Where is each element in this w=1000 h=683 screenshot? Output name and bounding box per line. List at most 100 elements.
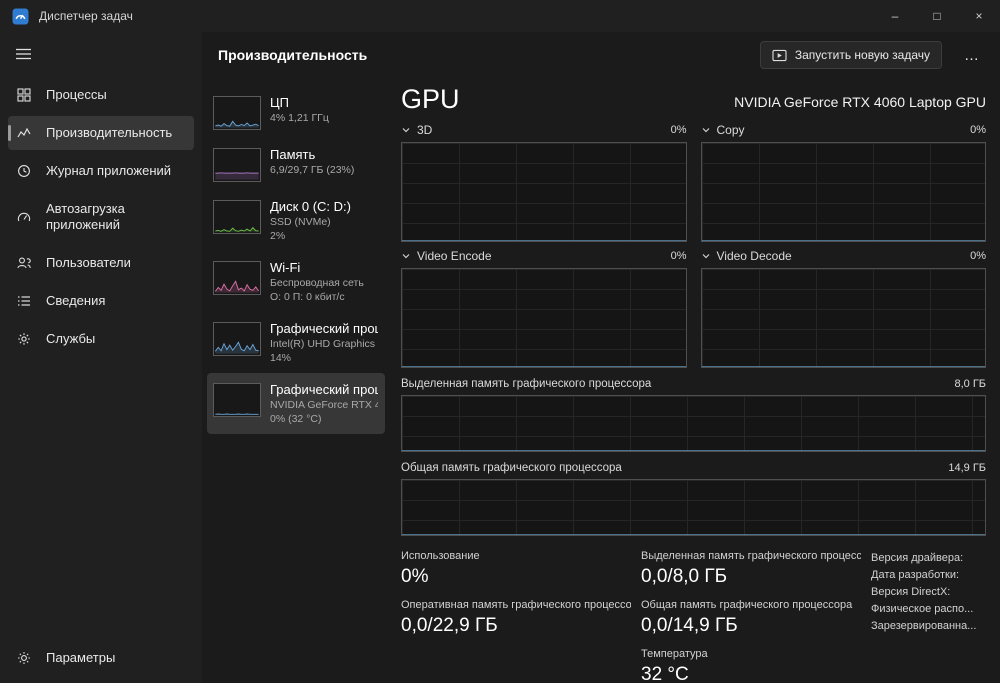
chart-shared-memory: Общая память графического процессора 14,… bbox=[401, 452, 986, 536]
chevron-down-icon[interactable] bbox=[701, 252, 711, 260]
info-label: Зарезервированна... bbox=[871, 620, 977, 632]
details-icon bbox=[16, 294, 32, 308]
stat-shared-memory: Общая память графического процессора 0,0… bbox=[641, 599, 853, 636]
perf-item-name: Память bbox=[270, 147, 316, 162]
gpu-intel-mini-chart bbox=[213, 322, 261, 356]
perf-item-detail: 14% bbox=[270, 352, 292, 364]
chart-canvas-dedicated-memory bbox=[401, 395, 986, 452]
hamburger-icon bbox=[16, 48, 31, 60]
content-area: Производительность Запустить новую задач… bbox=[202, 32, 1000, 683]
cpu-mini-chart bbox=[213, 96, 261, 130]
chart-label: Общая память графического процессора bbox=[401, 462, 622, 474]
gpu-device-name: NVIDIA GeForce RTX 4060 Laptop GPU bbox=[734, 94, 986, 110]
perf-item-detail: NVIDIA GeForce RTX 4060 Laptop GPU bbox=[270, 399, 378, 411]
gear-icon bbox=[16, 651, 32, 665]
chart-label: Copy bbox=[716, 123, 745, 137]
chart-copy: Copy 0% bbox=[700, 116, 986, 242]
gpu-nvidia-mini-chart bbox=[213, 383, 261, 417]
window-title: Диспетчер задач bbox=[39, 9, 133, 23]
perf-item-detail: 6,9/29,7 ГБ (23%) bbox=[270, 164, 355, 176]
page-title: Производительность bbox=[218, 47, 368, 63]
performance-icon bbox=[16, 126, 32, 140]
sidebar-item-label: Сведения bbox=[46, 293, 106, 308]
sidebar-item-users[interactable]: Пользователи bbox=[8, 246, 194, 280]
gpu-info-column: Версия драйвера: Дата разработки: Версия… bbox=[871, 550, 986, 683]
wifi-mini-chart bbox=[213, 261, 261, 295]
perf-item-name: Графический процессор bbox=[270, 321, 378, 336]
stat-dedicated-memory: Выделенная память графического процессор… bbox=[641, 550, 861, 587]
perf-item-detail: 2% bbox=[270, 230, 286, 242]
chart-video-decode: Video Decode 0% bbox=[700, 242, 986, 368]
sidebar-item-processes[interactable]: Процессы bbox=[8, 78, 194, 112]
chart-canvas-copy bbox=[700, 142, 986, 242]
run-new-task-icon bbox=[772, 49, 787, 61]
sidebar-item-label: Службы bbox=[46, 331, 96, 346]
sidebar-item-details[interactable]: Сведения bbox=[8, 284, 194, 318]
disk-mini-chart bbox=[213, 200, 261, 234]
window-controls: – □ × bbox=[874, 0, 1000, 32]
task-manager-window: Диспетчер задач – □ × Процессы Производи… bbox=[0, 0, 1000, 683]
perf-item-detail: 0% (32 °C) bbox=[270, 413, 322, 425]
sidebar-item-settings[interactable]: Параметры bbox=[8, 641, 194, 675]
sidebar-item-label: Пользователи bbox=[46, 255, 131, 270]
run-new-task-button[interactable]: Запустить новую задачу bbox=[759, 41, 942, 69]
titlebar: Диспетчер задач – □ × bbox=[0, 0, 1000, 32]
chart-video-encode: Video Encode 0% bbox=[401, 242, 687, 368]
maximize-button[interactable]: □ bbox=[916, 0, 958, 32]
performance-list: ЦП 4% 1,21 ГГц Память 6,9/29,7 ГБ (23%) bbox=[207, 78, 385, 683]
more-options-button[interactable]: … bbox=[958, 45, 986, 66]
services-icon bbox=[16, 332, 32, 346]
sidebar-item-label: Параметры bbox=[46, 650, 116, 665]
perf-item-memory[interactable]: Память 6,9/29,7 ГБ (23%) bbox=[207, 138, 385, 190]
perf-item-name: Wi-Fi bbox=[270, 260, 301, 275]
sidebar-item-performance[interactable]: Производительность bbox=[8, 116, 194, 150]
chart-canvas-video-decode bbox=[700, 268, 986, 368]
minimize-button[interactable]: – bbox=[874, 0, 916, 32]
info-label: Дата разработки: bbox=[871, 569, 960, 581]
stat-gpu-ram: Оперативная память графического процессо… bbox=[401, 599, 631, 636]
sidebar-item-startup-apps[interactable]: Автозагрузка приложений bbox=[8, 192, 194, 242]
chevron-down-icon[interactable] bbox=[401, 252, 411, 260]
perf-item-cpu[interactable]: ЦП 4% 1,21 ГГц bbox=[207, 86, 385, 138]
menu-button[interactable] bbox=[8, 40, 194, 68]
chart-label: Video Encode bbox=[417, 249, 492, 263]
gpu-stats: Использование 0% Оперативная память граф… bbox=[401, 550, 986, 683]
sidebar-item-services[interactable]: Службы bbox=[8, 322, 194, 356]
perf-item-detail: О: 0 П: 0 кбит/с bbox=[270, 291, 345, 303]
stat-temperature: Температура 32 °C bbox=[641, 648, 708, 683]
sidebar-item-app-history[interactable]: Журнал приложений bbox=[8, 154, 194, 188]
users-icon bbox=[16, 256, 32, 270]
startup-icon bbox=[16, 210, 32, 224]
info-label: Физическое распо... bbox=[871, 603, 974, 615]
perf-item-gpu-nvidia[interactable]: Графический процессор NVIDIA GeForce RTX… bbox=[207, 373, 385, 434]
sidebar-item-label: Автозагрузка приложений bbox=[46, 201, 125, 232]
chart-label: Video Decode bbox=[716, 249, 792, 263]
perf-item-detail: Intel(R) UHD Graphics bbox=[270, 338, 376, 350]
perf-item-detail: 4% 1,21 ГГц bbox=[270, 112, 329, 124]
chart-percent: 0% bbox=[670, 124, 687, 136]
perf-item-gpu-intel[interactable]: Графический процессор Intel(R) UHD Graph… bbox=[207, 312, 385, 373]
chart-canvas-3d bbox=[401, 142, 687, 242]
app-icon bbox=[12, 8, 29, 24]
perf-item-name: Диск 0 (C: D:) bbox=[270, 199, 351, 214]
chevron-down-icon[interactable] bbox=[701, 126, 711, 134]
chart-label: Выделенная память графического процессор… bbox=[401, 378, 652, 390]
perf-item-name: ЦП bbox=[270, 95, 289, 110]
gpu-title: GPU bbox=[401, 84, 460, 114]
perf-item-name: Графический процессор bbox=[270, 382, 378, 397]
chart-percent: 0% bbox=[970, 250, 986, 262]
history-icon bbox=[16, 164, 32, 178]
info-label: Версия драйвера: bbox=[871, 552, 964, 564]
gpu-detail-panel: GPU NVIDIA GeForce RTX 4060 Laptop GPU 3… bbox=[385, 78, 1000, 683]
sidebar: Процессы Производительность Журнал прило… bbox=[0, 32, 202, 683]
perf-item-detail: SSD (NVMe) bbox=[270, 216, 331, 228]
perf-item-wifi[interactable]: Wi-Fi Беспроводная сеть О: 0 П: 0 кбит/с bbox=[207, 251, 385, 312]
sidebar-item-label: Процессы bbox=[46, 87, 107, 102]
stat-usage: Использование 0% bbox=[401, 550, 480, 587]
chart-max-value: 14,9 ГБ bbox=[948, 462, 986, 474]
close-button[interactable]: × bbox=[958, 0, 1000, 32]
chart-canvas-video-encode bbox=[401, 268, 687, 368]
content-header: Производительность Запустить новую задач… bbox=[202, 32, 1000, 78]
perf-item-disk[interactable]: Диск 0 (C: D:) SSD (NVMe) 2% bbox=[207, 190, 385, 251]
chevron-down-icon[interactable] bbox=[401, 126, 411, 134]
